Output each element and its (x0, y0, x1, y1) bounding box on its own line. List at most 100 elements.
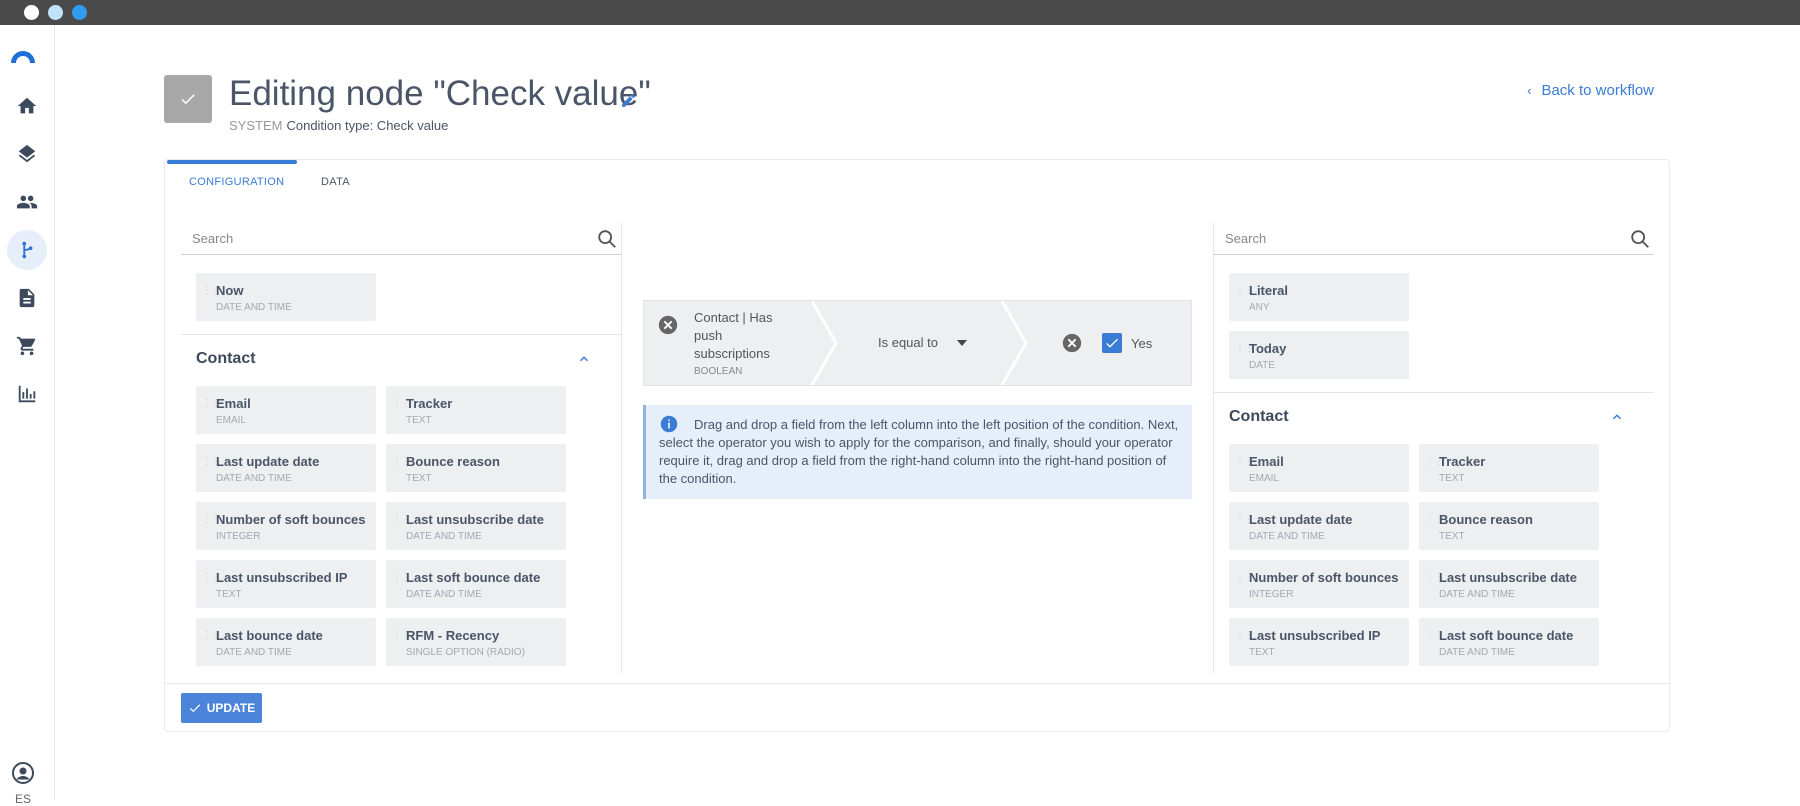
field-chip[interactable]: ⋮⋮ Last bounce date DATE AND TIME (196, 618, 376, 666)
field-chip[interactable]: ⋮⋮ Last unsubscribe date DATE AND TIME (1419, 560, 1599, 608)
field-chip[interactable]: ⋮⋮ Last soft bounce date DATE AND TIME (386, 560, 566, 608)
right-search (1214, 223, 1654, 255)
right-search-input[interactable] (1214, 223, 1594, 253)
drag-handle-icon: ⋮⋮ (202, 456, 221, 467)
field-type: EMAIL (216, 415, 247, 426)
field-chip[interactable]: ⋮⋮ Last unsubscribe date DATE AND TIME (386, 502, 566, 550)
condition-left-operand[interactable]: Contact | Has push subscriptions BOOLEAN (694, 309, 794, 381)
field-chip[interactable]: ⋮⋮ Bounce reason TEXT (1419, 502, 1599, 550)
field-chip[interactable]: ⋮⋮ Today DATE (1229, 331, 1409, 379)
sidebar-item-shop[interactable] (7, 326, 47, 366)
field-type: TEXT (1439, 473, 1465, 484)
field-chip[interactable]: ⋮⋮ Bounce reason TEXT (386, 444, 566, 492)
user-icon (12, 762, 34, 784)
drag-handle-icon: ⋮⋮ (392, 514, 411, 525)
field-chip[interactable]: ⋮⋮ Tracker TEXT (386, 386, 566, 434)
section-title-contact: Contact (196, 350, 256, 367)
field-chip[interactable]: ⋮⋮ Now DATE AND TIME (196, 273, 376, 321)
field-type: DATE AND TIME (406, 589, 482, 600)
field-type: TEXT (216, 589, 242, 600)
drag-handle-icon: ⋮⋮ (202, 572, 221, 583)
window-close-dot[interactable] (24, 5, 39, 20)
sidebar-item-home[interactable] (7, 86, 47, 126)
chevron-up-icon[interactable] (577, 352, 591, 366)
update-button[interactable]: UPDATE (181, 693, 262, 723)
sidebar-item-workflows[interactable] (7, 230, 47, 270)
tab-data[interactable]: DATA (321, 176, 350, 188)
instructions-text: Drag and drop a field from the left colu… (659, 417, 1179, 486)
field-chip[interactable]: ⋮⋮ Last unsubscribed IP TEXT (196, 560, 376, 608)
home-icon (17, 97, 37, 114)
field-chip[interactable]: ⋮⋮ Last unsubscribed IP TEXT (1229, 618, 1409, 666)
field-chip[interactable]: ⋮⋮ Literal ANY (1229, 273, 1409, 321)
field-chip[interactable]: ⋮⋮ Last soft bounce date DATE AND TIME (1419, 618, 1599, 666)
field-chip[interactable]: ⋮⋮ Number of soft bounces INTEGER (196, 502, 376, 550)
sidebar-item-layers[interactable] (7, 134, 47, 174)
field-name: Last bounce date (216, 628, 323, 643)
field-chip[interactable]: ⋮⋮ Email EMAIL (1229, 444, 1409, 492)
condition-type-label: Condition type: Check value (286, 118, 449, 133)
right-field-column: ⋮⋮LiteralANY ⋮⋮TodayDATE Contact ⋮⋮Email… (1213, 223, 1654, 673)
back-to-workflow-link[interactable]: ‹ Back to workflow (1527, 82, 1654, 99)
window-minimize-dot[interactable] (48, 5, 63, 20)
field-type: DATE AND TIME (1439, 647, 1515, 658)
checkbox-label: Yes (1131, 336, 1153, 351)
drag-handle-icon: ⋮⋮ (392, 630, 411, 641)
workflow-icon (22, 241, 33, 259)
section-divider (181, 334, 621, 335)
field-name: RFM - Recency (406, 628, 500, 643)
field-name: Bounce reason (406, 454, 500, 469)
pencil-icon[interactable] (620, 92, 637, 109)
sidebar-item-documents[interactable] (7, 278, 47, 318)
sidebar-item-reports[interactable] (7, 374, 47, 414)
field-name: Literal (1249, 283, 1289, 298)
search-icon[interactable] (596, 228, 618, 250)
field-type: ANY (1249, 302, 1270, 313)
field-name: Number of soft bounces (216, 512, 366, 527)
logo-icon[interactable] (8, 45, 38, 75)
field-type: DATE (1249, 360, 1275, 371)
section-title-contact: Contact (1229, 408, 1289, 425)
back-link-label: Back to workflow (1541, 82, 1654, 99)
window-maximize-dot[interactable] (72, 5, 87, 20)
search-icon[interactable] (1629, 228, 1651, 250)
user-menu[interactable]: ES (11, 761, 35, 806)
drag-handle-icon: ⋮⋮ (1235, 456, 1254, 467)
field-chip[interactable]: ⋮⋮ RFM - Recency SINGLE OPTION (RADIO) (386, 618, 566, 666)
field-chip[interactable]: ⋮⋮ Tracker TEXT (1419, 444, 1599, 492)
layers-icon (18, 144, 36, 163)
operator-select[interactable]: Is equal to (878, 335, 938, 350)
tab-configuration[interactable]: CONFIGURATION (189, 176, 284, 188)
field-type: EMAIL (1249, 473, 1280, 484)
field-name: Last soft bounce date (406, 570, 541, 585)
value-checkbox[interactable] (1102, 333, 1122, 353)
caret-down-icon[interactable] (957, 340, 967, 346)
node-type-icon (164, 75, 212, 123)
field-name: Now (216, 283, 244, 298)
field-chip[interactable]: ⋮⋮ Last update date DATE AND TIME (1229, 502, 1409, 550)
clear-left-icon[interactable] (657, 314, 679, 336)
condition-builder: Contact | Has push subscriptions BOOLEAN… (643, 300, 1192, 386)
field-name: Number of soft bounces (1249, 570, 1399, 585)
field-name: Last unsubscribe date (406, 512, 544, 527)
system-label: SYSTEM (229, 118, 283, 133)
left-search-input[interactable] (181, 223, 561, 253)
field-type: DATE AND TIME (216, 473, 292, 484)
field-chip[interactable]: ⋮⋮ Number of soft bounces INTEGER (1229, 560, 1409, 608)
field-name: Email (1249, 454, 1284, 469)
sidebar-item-contacts[interactable] (7, 182, 47, 222)
document-icon (19, 288, 35, 308)
field-type: DATE AND TIME (216, 647, 292, 658)
field-chip[interactable]: ⋮⋮ Email EMAIL (196, 386, 376, 434)
window-titlebar (0, 0, 1800, 25)
field-chip[interactable]: ⋮⋮ Last update date DATE AND TIME (196, 444, 376, 492)
editor-card: CONFIGURATION DATA ⋮⋮ Now DATE AND TIME … (164, 159, 1670, 732)
check-icon (181, 94, 195, 105)
drag-handle-icon: ⋮⋮ (1425, 572, 1444, 583)
drag-handle-icon: ⋮⋮ (1235, 285, 1254, 296)
chart-icon (18, 385, 36, 403)
drag-handle-icon: ⋮⋮ (1235, 343, 1254, 354)
drag-handle-icon: ⋮⋮ (392, 398, 411, 409)
clear-right-icon[interactable] (1061, 332, 1083, 354)
chevron-up-icon[interactable] (1610, 410, 1624, 424)
